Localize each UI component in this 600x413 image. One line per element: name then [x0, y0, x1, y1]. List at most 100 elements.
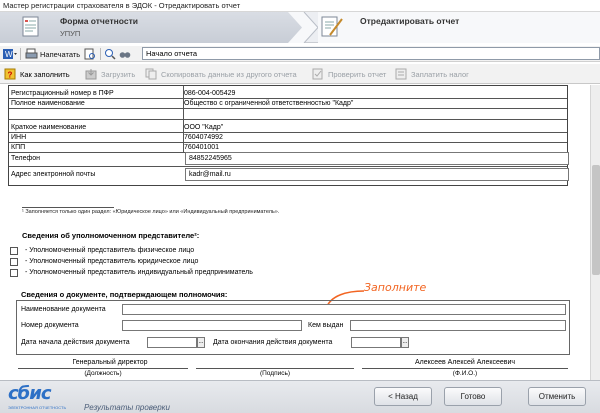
word-icon: W [3, 49, 17, 59]
done-button[interactable]: Готово [444, 387, 502, 406]
load-button[interactable]: Загрузить [85, 67, 135, 81]
report-section-value: Начало отчета [146, 49, 198, 58]
copy-label: Скопировать данные из другого отчета [161, 69, 297, 79]
preview-icon [84, 48, 95, 60]
wizard-header: Форма отчетности УПУП Отредактировать от… [0, 12, 600, 43]
doc-number-label: Номер документа [21, 322, 79, 329]
copy-icon [145, 68, 157, 80]
toolbar-separator [20, 48, 21, 60]
full-name-value: Общество с ограниченной ответственностью… [184, 100, 354, 107]
email-field[interactable]: kadr@mail.ru [185, 168, 569, 181]
checkbox[interactable] [10, 246, 18, 255]
doc-end-label: Дата окончания действия документа [213, 339, 333, 346]
check-report-button[interactable]: Проверить отчет [312, 67, 386, 81]
reg-number-value: 086-004-005429 [184, 90, 236, 97]
cancel-button[interactable]: Отменить [528, 387, 586, 406]
checkbox[interactable] [10, 257, 18, 266]
signature-caption: (Подпись) [259, 370, 291, 377]
load-icon [85, 69, 97, 80]
doc-name-label: Наименование документа [21, 306, 106, 313]
pay-fee-button[interactable]: Заплатить налог [395, 67, 469, 81]
doc-end-date-picker[interactable]: ... [401, 337, 409, 348]
signature-line [196, 368, 354, 369]
organization-table: Регистрационный номер в ПФР 086-004-0054… [8, 85, 569, 186]
pay-fee-label: Заплатить налог [411, 69, 469, 79]
svg-text:?: ? [8, 71, 13, 80]
report-form-area: Регистрационный номер в ПФР 086-004-0054… [0, 85, 590, 380]
print-preview-button[interactable] [84, 47, 96, 61]
phone-label: Телефон [11, 155, 41, 162]
short-name-value: ООО "Кадр" [184, 124, 224, 131]
step-arrow-icon [288, 12, 319, 43]
rep-option-legal-entity[interactable]: - Уполномоченный представитель юридическ… [10, 257, 198, 266]
table-divider [9, 166, 567, 167]
toolbar-separator [100, 48, 101, 60]
document-section: Наименование документа Номер документа К… [16, 300, 570, 355]
view-mode-button[interactable]: W [2, 47, 18, 61]
footnote: ¹ Заполняется только один раздел: «Юриди… [22, 209, 280, 215]
doc-end-date-input[interactable] [351, 337, 401, 348]
table-row: Краткое наименование ООО "Кадр" [9, 123, 567, 132]
zoom-in-button[interactable] [104, 47, 116, 61]
step2-title: Отредактировать отчет [360, 16, 460, 26]
sbis-logo: сбис [8, 383, 52, 404]
rep-option-individual[interactable]: - Уполномоченный представитель физическо… [10, 246, 194, 255]
checkbox[interactable] [10, 268, 18, 277]
table-row: Полное наименование Общество с ограничен… [9, 99, 567, 108]
printer-icon [25, 48, 38, 59]
table-row: ИНН 7604074992 [9, 133, 567, 142]
table-divider [9, 108, 567, 109]
signature-line [362, 368, 568, 369]
doc-start-date-picker[interactable]: ... [197, 337, 205, 348]
kpp-value: 760401001 [184, 144, 220, 151]
scrollbar-thumb[interactable] [592, 165, 600, 275]
email-value: kadr@mail.ru [189, 171, 231, 178]
load-label: Загрузить [101, 69, 136, 79]
kpp-label: КПП [11, 144, 26, 151]
phone-field[interactable]: 84852245965 [185, 152, 569, 165]
check-results-link[interactable]: Результаты проверки [84, 403, 170, 412]
vertical-scrollbar[interactable] [590, 85, 600, 380]
back-button[interactable]: < Назад [374, 387, 432, 406]
find-button[interactable] [119, 47, 131, 61]
full-name-label: Полное наименование [11, 100, 85, 107]
logo-caption: ЭЛЕКТРОННАЯ ОТЧЕТНОСТЬ [8, 405, 67, 410]
step1-subtitle: УПУП [60, 29, 81, 38]
reg-number-label: Регистрационный номер в ПФР [11, 90, 114, 97]
footnote-divider [22, 207, 114, 208]
signature-line [18, 368, 188, 369]
print-button[interactable]: Напечатать [25, 47, 80, 61]
doc-start-date-input[interactable] [147, 337, 197, 348]
check-report-icon [312, 68, 323, 80]
top-toolbar: W Напечатать Начало отчета [0, 46, 600, 62]
rep-option-label: - Уполномоченный представитель индивидуа… [25, 269, 253, 276]
inn-value: 7604074992 [184, 134, 223, 141]
doc-number-input[interactable] [122, 320, 302, 331]
rep-option-entrepreneur[interactable]: - Уполномоченный представитель индивидуа… [10, 268, 253, 277]
window-title: Мастер регистрации страхователя в ЭДОК -… [0, 0, 600, 12]
help-icon: ? [4, 68, 16, 80]
document-section-title: Сведения о документе, подтверждающем пол… [21, 290, 228, 299]
edit-report-icon [321, 16, 343, 37]
table-row: КПП 760401001 [9, 143, 567, 152]
wizard-footer: сбис ЭЛЕКТРОННАЯ ОТЧЕТНОСТЬ Результаты п… [0, 380, 600, 413]
phone-value: 84852245965 [189, 155, 232, 162]
rep-option-label: - Уполномоченный представитель физическо… [25, 247, 195, 254]
position-caption: (Должность) [84, 370, 122, 377]
fill-help-button[interactable]: ? Как заполнить [4, 67, 70, 81]
binoculars-icon [119, 52, 131, 58]
doc-issuer-input[interactable] [350, 320, 566, 331]
signer-name: Алексеев Алексей Алексеевич [414, 359, 516, 366]
svg-text:W: W [5, 50, 13, 59]
copy-from-report-button[interactable]: Скопировать данные из другого отчета [145, 67, 297, 81]
inn-label: ИНН [11, 134, 27, 141]
print-label: Напечатать [40, 49, 81, 59]
fill-help-label: Как заполнить [20, 69, 70, 79]
representative-title: Сведения об уполномоченном представителе… [22, 231, 200, 240]
action-toolbar: ? Как заполнить Загрузить Скопировать да… [0, 64, 600, 84]
wizard-step-edit-report: Отредактировать отчет [318, 12, 600, 43]
doc-name-input[interactable] [122, 304, 566, 315]
short-name-label: Краткое наименование [11, 124, 87, 131]
report-section-select[interactable]: Начало отчета [142, 47, 600, 60]
step1-title: Форма отчетности [60, 16, 138, 26]
